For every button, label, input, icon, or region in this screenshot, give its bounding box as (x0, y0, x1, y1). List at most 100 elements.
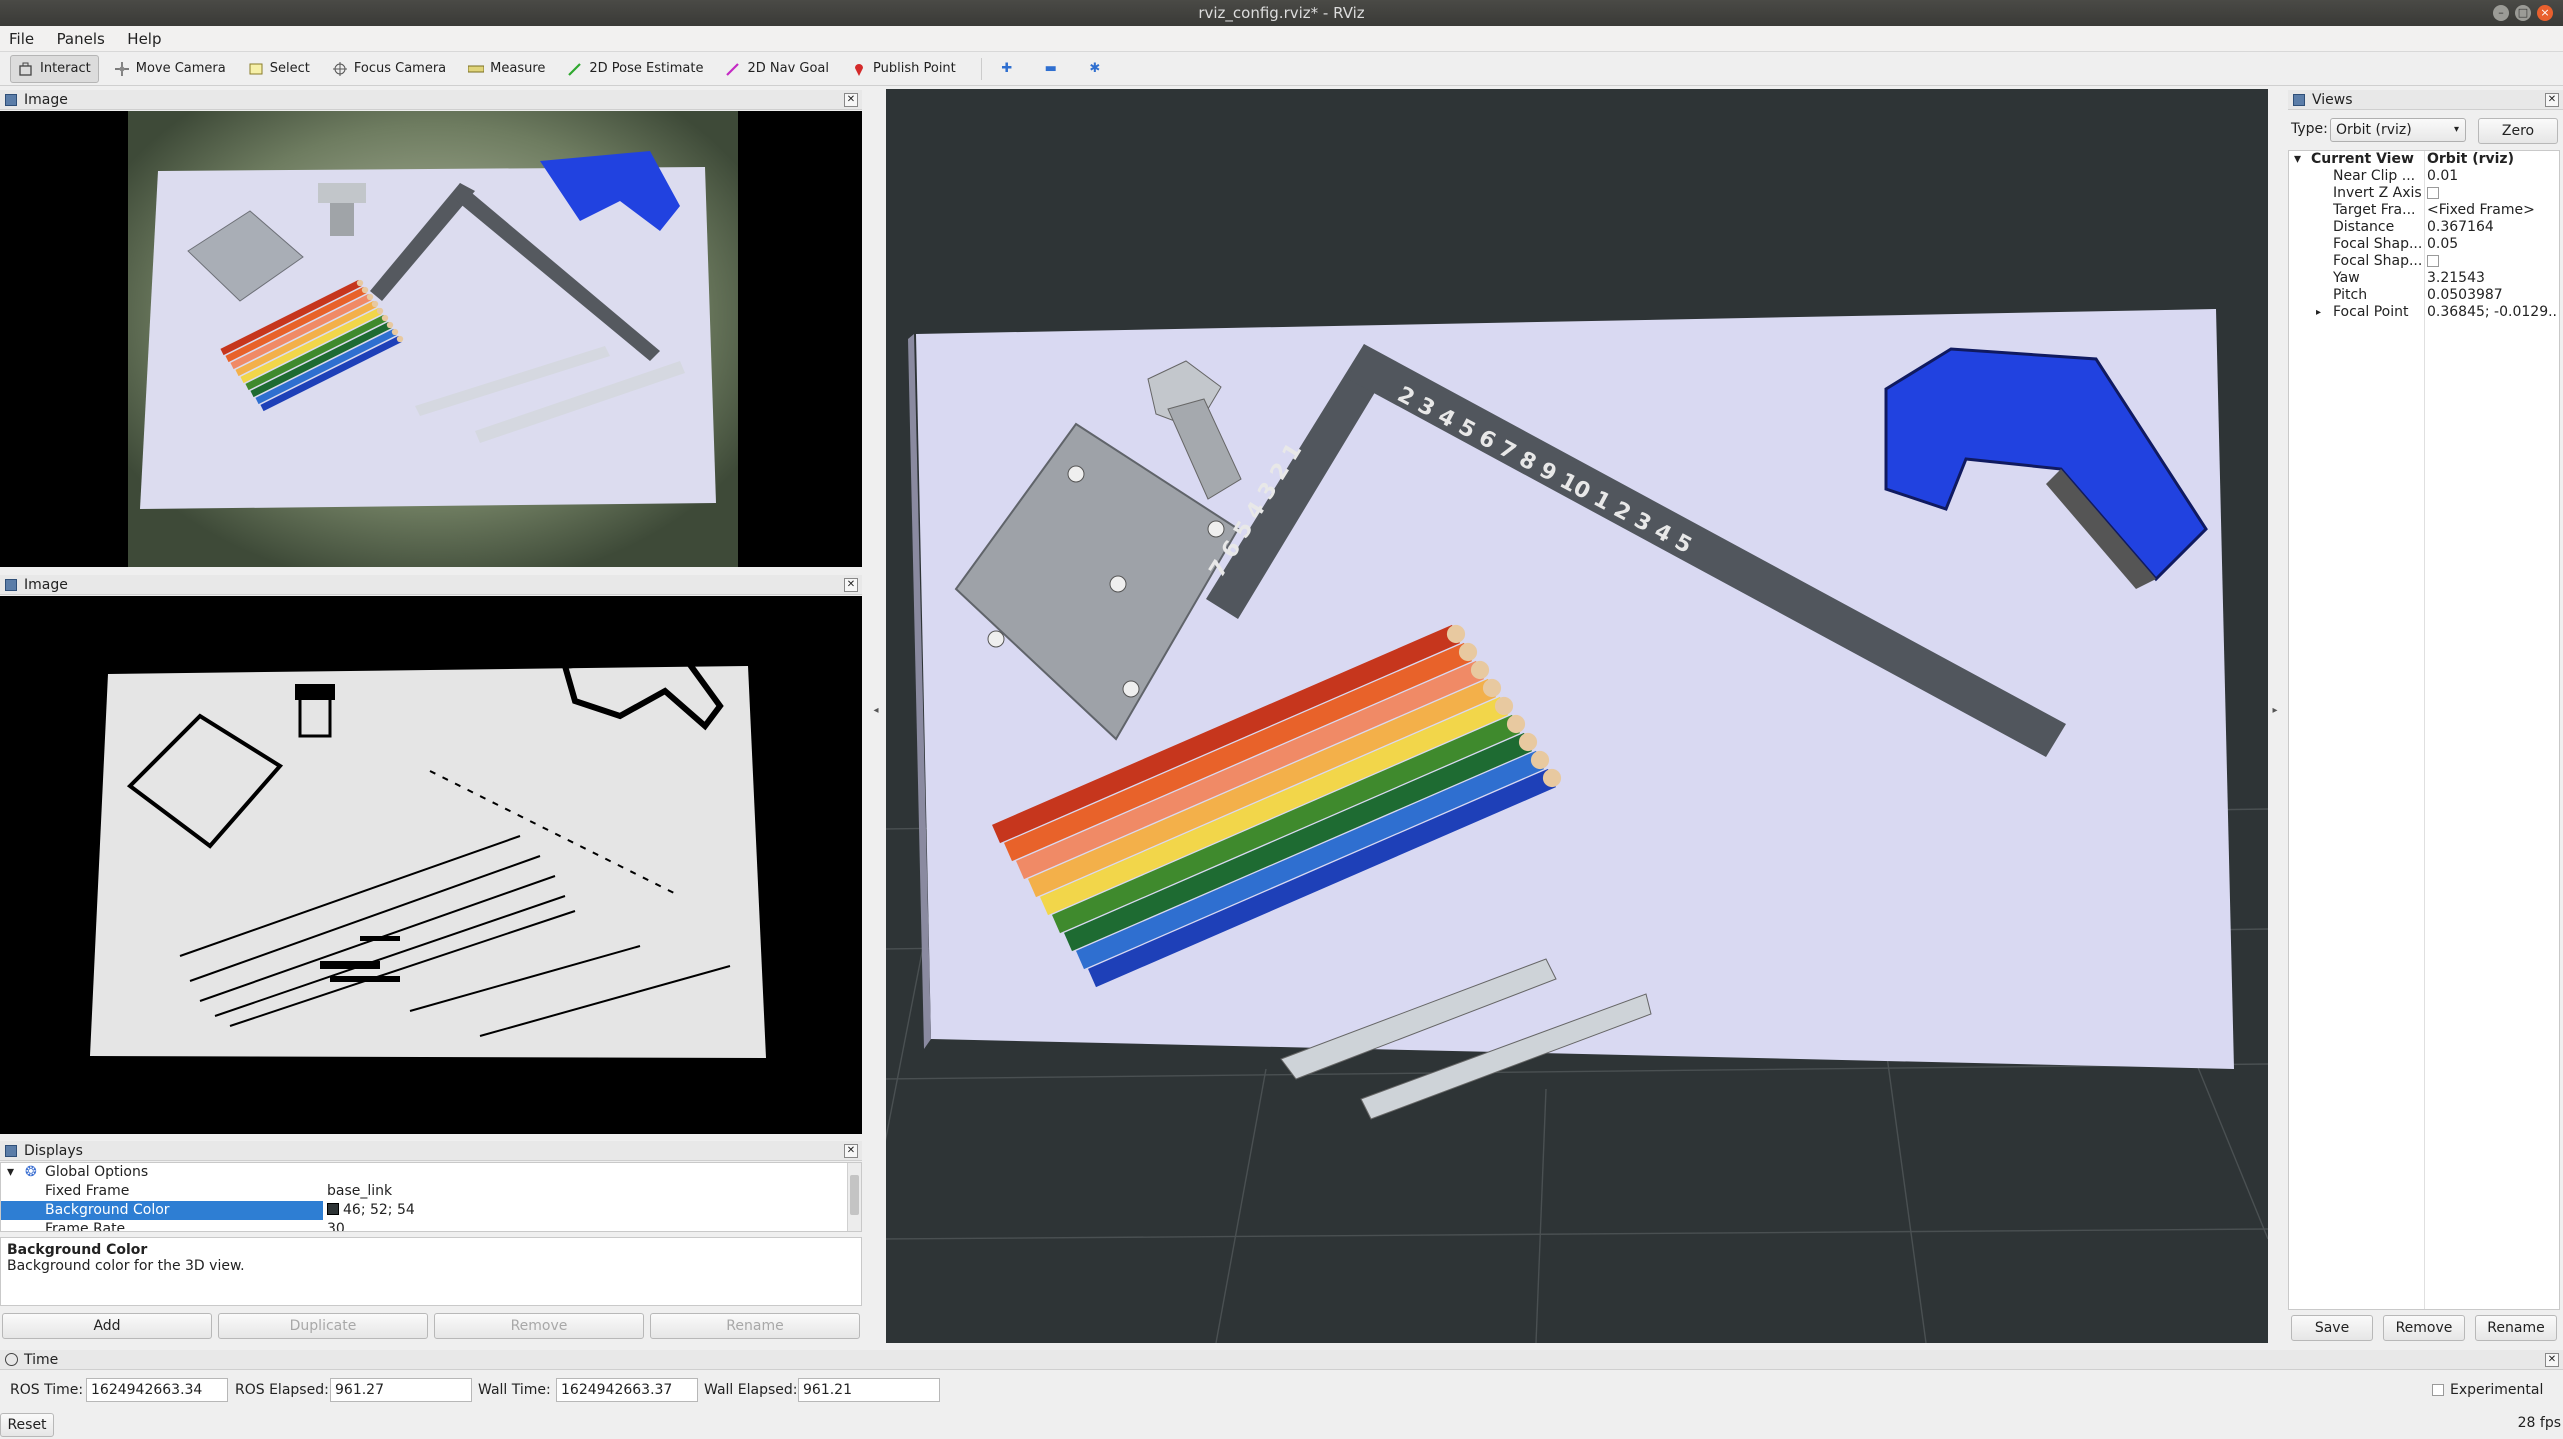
expand-arrow-icon[interactable]: ▾ (7, 1163, 14, 1182)
gear-icon: ✱ (1089, 61, 1101, 76)
views-tree[interactable]: ▾ Current View Orbit (rviz) Near Clip ..… (2288, 150, 2560, 1310)
property-value[interactable]: <Fixed Frame> (2427, 202, 2557, 219)
tool-interact-label: Interact (40, 61, 91, 76)
tree-value[interactable]: base_link (327, 1182, 392, 1201)
pencil-tip (371, 300, 379, 308)
property-label: Invert Z Axis (2333, 185, 2422, 201)
close-panel-button[interactable]: ✕ (844, 93, 858, 107)
reset-button[interactable]: Reset (0, 1413, 54, 1437)
column-divider (2424, 151, 2425, 1309)
zero-button[interactable]: Zero (2478, 118, 2558, 144)
tool-measure[interactable]: Measure (461, 55, 552, 83)
remove-display-button[interactable]: Remove (434, 1313, 644, 1339)
tool-publish-point-label: Publish Point (873, 61, 956, 76)
tree-row-yaw[interactable]: Yaw 3.21543 (2289, 270, 2559, 287)
view-type-value: Orbit (rviz) (2336, 122, 2412, 138)
menu-file[interactable]: File (0, 26, 43, 52)
clock-icon (5, 1353, 18, 1366)
tree-row-background-color[interactable]: Background Color 46; 52; 54 (1, 1201, 861, 1220)
tree-row-target-frame[interactable]: Target Fra... <Fixed Frame> (2289, 202, 2559, 219)
rename-view-button[interactable]: Rename (2475, 1315, 2557, 1341)
fps-readout: 28 fps (2517, 1415, 2561, 1431)
left-splitter-arrow[interactable]: ◂ (870, 705, 882, 716)
window-titlebar: rviz_config.rviz* - RViz – □ × (0, 0, 2563, 26)
tool-move-camera[interactable]: Move Camera (107, 55, 233, 83)
tree-row-invert-z-axis[interactable]: Invert Z Axis (2289, 185, 2559, 202)
image-view-color[interactable] (0, 111, 862, 567)
remove-tool-button[interactable]: ▬ (1036, 55, 1072, 83)
menu-panels[interactable]: Panels (48, 26, 114, 52)
save-view-button[interactable]: Save (2291, 1315, 2373, 1341)
tree-row-pitch[interactable]: Pitch 0.0503987 (2289, 287, 2559, 304)
description-text: Background color for the 3D view. (7, 1258, 245, 1274)
wall-elapsed-field[interactable]: 961.21 (798, 1378, 940, 1402)
close-panel-button[interactable]: ✕ (2545, 93, 2559, 107)
property-value[interactable]: 0.0503987 (2427, 287, 2557, 304)
expand-arrow-icon[interactable]: ▾ (2294, 151, 2301, 168)
image-view-edges[interactable] (0, 596, 862, 1134)
tool-properties-button[interactable]: ✱ (1080, 55, 1116, 83)
tree-label: Global Options (45, 1164, 149, 1180)
pencil-tip (366, 293, 374, 301)
tool-focus-camera-label: Focus Camera (353, 61, 447, 76)
minimize-button[interactable]: – (2493, 5, 2509, 21)
toolbar-separator (980, 57, 982, 80)
expand-arrow-icon[interactable]: ▸ (2316, 304, 2321, 321)
tool-focus-camera[interactable]: Focus Camera (325, 55, 453, 83)
property-value[interactable]: 0.05 (2427, 236, 2557, 253)
plus-icon: ✚ (1001, 61, 1013, 76)
view-type-select[interactable]: Orbit (rviz) ▾ (2330, 118, 2466, 142)
duplicate-display-button[interactable]: Duplicate (218, 1313, 428, 1339)
add-display-button[interactable]: Add (2, 1313, 212, 1339)
rename-display-button[interactable]: Rename (650, 1313, 860, 1339)
close-panel-button[interactable]: ✕ (2545, 1353, 2559, 1367)
color-swatch (327, 1203, 339, 1215)
tree-row-distance[interactable]: Distance 0.367164 (2289, 219, 2559, 236)
tree-row-current-view[interactable]: ▾ Current View Orbit (rviz) (2289, 151, 2559, 168)
tree-row-fixed-frame[interactable]: Fixed Frame base_link (1, 1182, 861, 1201)
invert-z-checkbox[interactable] (2427, 185, 2557, 202)
tool-move-camera-label: Move Camera (135, 61, 226, 76)
tool-interact[interactable]: Interact (10, 54, 99, 83)
ros-time-field[interactable]: 1624942663.34 (86, 1378, 228, 1402)
globe-icon: ❂ (25, 1164, 37, 1180)
tool-select[interactable]: Select (241, 55, 317, 83)
tool-publish-point[interactable]: Publish Point (844, 55, 963, 83)
tree-row-focal-shape-size[interactable]: Focal Shap... 0.05 (2289, 236, 2559, 253)
close-panel-button[interactable]: ✕ (844, 1144, 858, 1158)
displays-scrollbar[interactable] (847, 1163, 861, 1231)
image-panel-1-header: Image ✕ (0, 90, 862, 110)
tree-row-global-options[interactable]: ▾ ❂ Global Options (1, 1163, 861, 1182)
close-window-button[interactable]: × (2537, 5, 2553, 21)
tool-2d-pose-estimate[interactable]: 2D Pose Estimate (560, 55, 710, 83)
menu-help[interactable]: Help (118, 26, 170, 52)
property-label: Pitch (2333, 287, 2368, 303)
right-splitter-arrow[interactable]: ▸ (2269, 705, 2281, 716)
ros-elapsed-field[interactable]: 961.27 (330, 1378, 472, 1402)
tree-row-near-clip[interactable]: Near Clip ... 0.01 (2289, 168, 2559, 185)
pencil-tip (356, 279, 364, 287)
tree-value[interactable]: 30 (327, 1220, 345, 1231)
pencil-tip (1470, 660, 1490, 680)
experimental-checkbox[interactable] (2432, 1384, 2444, 1396)
close-panel-button[interactable]: ✕ (844, 578, 858, 592)
maximize-button[interactable]: □ (2515, 5, 2531, 21)
wall-time-field[interactable]: 1624942663.37 (556, 1378, 698, 1402)
property-value[interactable]: 3.21543 (2427, 270, 2557, 287)
remove-view-button[interactable]: Remove (2383, 1315, 2465, 1341)
pencil-tip (376, 307, 384, 315)
tree-row-focal-shape-fixed[interactable]: Focal Shap... (2289, 253, 2559, 270)
tree-value[interactable]: 46; 52; 54 (327, 1201, 415, 1220)
property-label: Focal Shap... (2333, 253, 2423, 269)
tool-2d-nav-goal[interactable]: 2D Nav Goal (718, 55, 836, 83)
render-3d-view[interactable]: 7 6 5 4 3 2 1 2 3 4 5 6 7 8 9 10 1 2 3 4… (886, 89, 2268, 1343)
focal-shape-checkbox[interactable] (2427, 253, 2557, 270)
property-value[interactable]: 0.01 (2427, 168, 2557, 185)
pencil-tip (1458, 642, 1478, 662)
tree-row-focal-point[interactable]: ▸ Focal Point 0.36845; -0.0129... (2289, 304, 2559, 321)
tree-row-frame-rate[interactable]: Frame Rate 30 (1, 1220, 861, 1231)
displays-tree[interactable]: ▾ ❂ Global Options Fixed Frame base_link… (0, 1162, 862, 1232)
property-value[interactable]: 0.367164 (2427, 219, 2557, 236)
add-tool-button[interactable]: ✚ (992, 55, 1028, 83)
property-value[interactable]: 0.36845; -0.0129... (2427, 304, 2557, 321)
